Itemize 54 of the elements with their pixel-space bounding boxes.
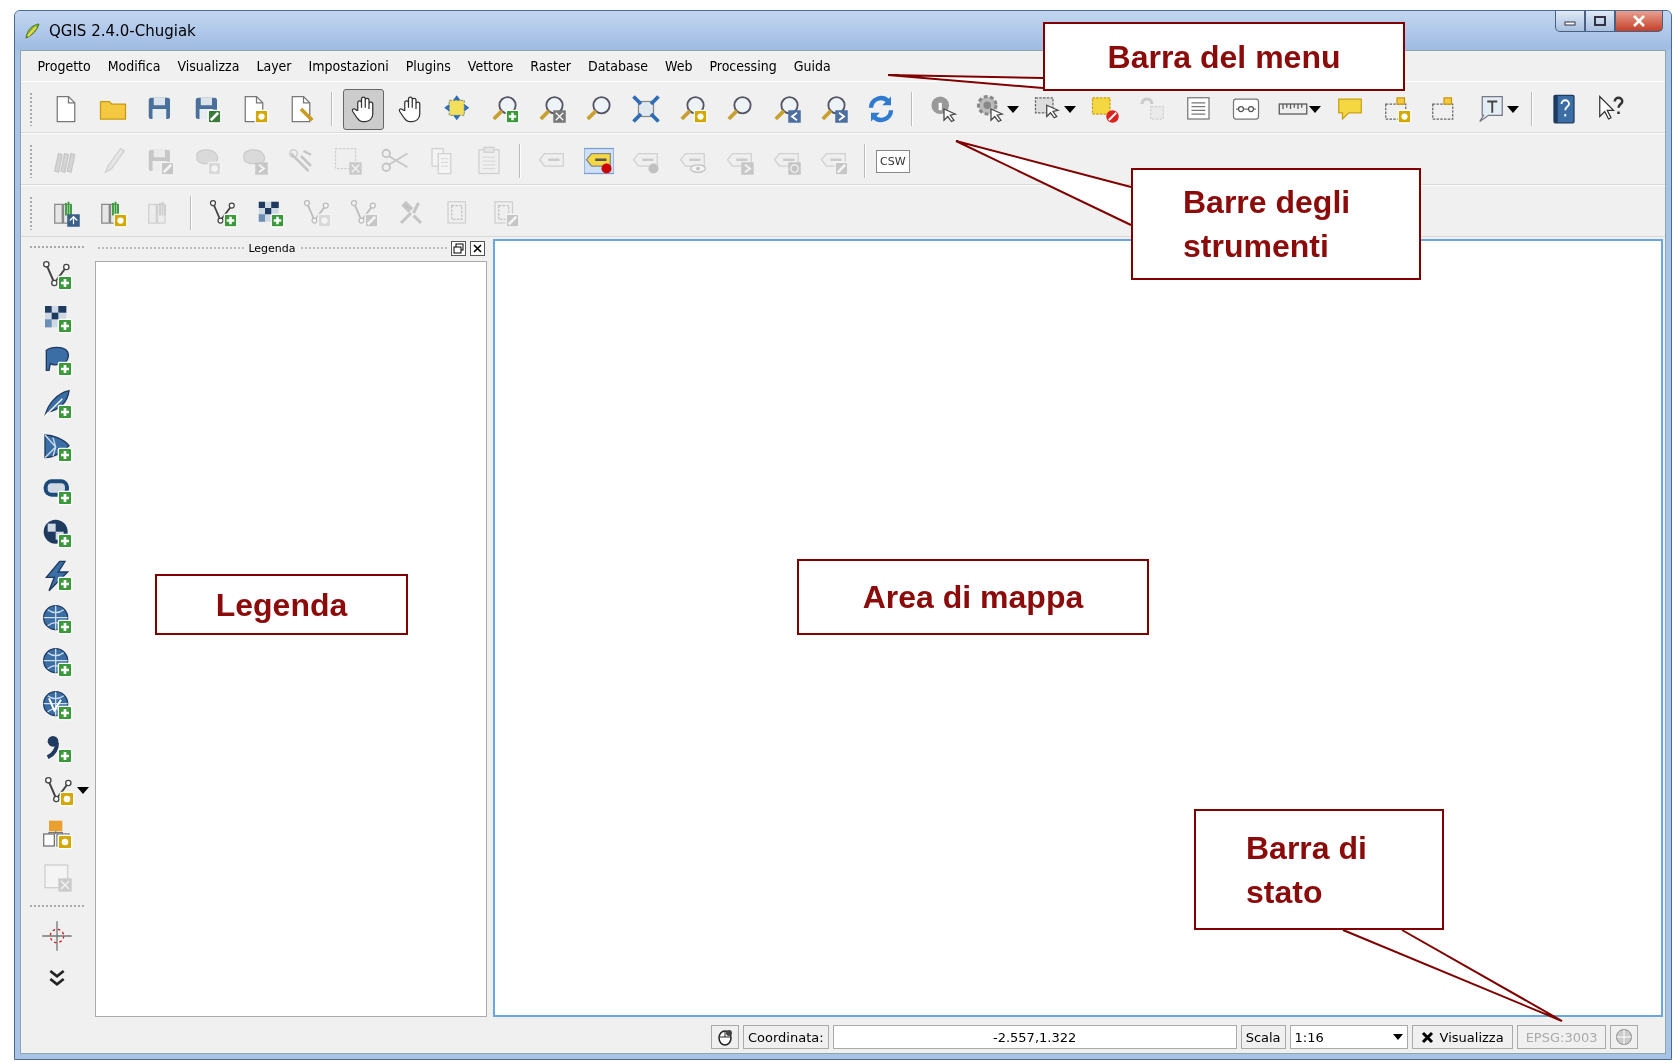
crosshair-icon[interactable] xyxy=(41,919,73,952)
window-title: QGIS 2.4.0-Chugiak xyxy=(49,21,196,40)
maximize-button[interactable] xyxy=(1585,11,1615,32)
callout-label: Barra di stato xyxy=(1194,809,1444,930)
dropdown-caret-icon[interactable] xyxy=(1309,105,1321,113)
callout-label: Barra del menu xyxy=(1043,22,1405,91)
menu-item[interactable]: Plugins xyxy=(397,56,460,76)
menu-item[interactable]: Layer xyxy=(247,56,301,76)
dropdown-caret-icon xyxy=(1392,1034,1403,1040)
toggle-extent-button[interactable] xyxy=(711,1025,739,1049)
menu-item[interactable]: Modifica xyxy=(99,56,169,76)
menu-item[interactable]: Progetto xyxy=(29,56,100,76)
globe-plus-icon[interactable] xyxy=(41,645,73,678)
menu-item[interactable]: Visualizza xyxy=(168,56,248,76)
coordinate-field[interactable]: -2.557,1.322 xyxy=(832,1025,1237,1049)
deselect-icon[interactable] xyxy=(1089,94,1120,124)
globe-plus-icon[interactable] xyxy=(41,602,73,635)
dropdown-caret-icon[interactable] xyxy=(1007,105,1019,113)
gear-cursor-icon[interactable] xyxy=(975,94,1006,124)
vector-star-icon[interactable] xyxy=(43,774,75,807)
app-logo-icon xyxy=(23,21,41,40)
feather-plus-icon[interactable] xyxy=(41,387,73,420)
dropdown-caret-icon[interactable] xyxy=(76,787,89,794)
menu-item[interactable]: Raster xyxy=(521,56,580,76)
menu-item[interactable]: Database xyxy=(579,56,657,76)
add-vector-layer-icon[interactable] xyxy=(41,258,73,291)
close-icon xyxy=(1632,15,1646,27)
globe-icon xyxy=(1615,1028,1634,1046)
dropdown-caret-icon[interactable] xyxy=(1507,105,1519,113)
menu-item[interactable]: Guida xyxy=(785,56,840,76)
float-panel-button[interactable] xyxy=(451,240,466,256)
callout-label: Area di mappa xyxy=(797,559,1149,635)
close-button[interactable] xyxy=(1615,11,1663,32)
close-panel-button[interactable] xyxy=(470,240,485,256)
minimize-button[interactable] xyxy=(1555,11,1585,32)
menu-item[interactable]: Web xyxy=(656,56,701,76)
menu-item[interactable]: Processing xyxy=(700,56,786,76)
scale-label: Scala xyxy=(1240,1025,1286,1049)
render-checkbox[interactable]: Visualizza xyxy=(1411,1025,1513,1049)
maximize-icon xyxy=(1594,16,1606,26)
scale-combobox[interactable]: 1:16 xyxy=(1289,1025,1408,1049)
callout-label: Legenda xyxy=(155,574,408,635)
csw-button[interactable]: CSW xyxy=(876,149,910,173)
dropdown-caret-icon[interactable] xyxy=(1064,105,1076,113)
zoom-full-extent-icon[interactable] xyxy=(630,94,661,124)
legend-panel-title: Legenda xyxy=(248,241,296,255)
pressed-tool-button[interactable] xyxy=(343,88,384,130)
coordinate-label: Coordinata: xyxy=(743,1025,829,1049)
menu-item[interactable]: Vettore xyxy=(459,56,522,76)
globe-vector-plus-icon[interactable] xyxy=(41,688,73,721)
mouse-icon xyxy=(716,1028,734,1046)
label-pin-icon[interactable] xyxy=(583,146,614,176)
add-vector-layer-icon[interactable] xyxy=(207,198,238,228)
menu-item[interactable]: Impostazioni xyxy=(300,56,398,76)
